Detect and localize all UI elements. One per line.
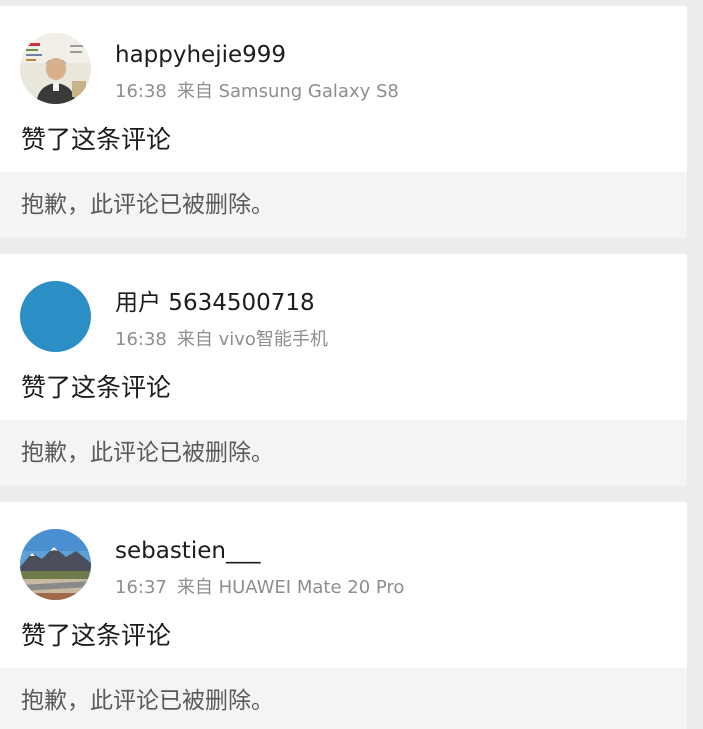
like-card[interactable]: sebastien___ 16:37 来自 HUAWEI Mate 20 Pro … xyxy=(0,502,687,729)
device-source: 来自 vivo智能手机 xyxy=(176,329,328,350)
like-feed: happyhejie999 16:38 来自 Samsung Galaxy S8 … xyxy=(0,0,687,729)
card-header: sebastien___ 16:37 来自 HUAWEI Mate 20 Pro xyxy=(0,502,687,604)
mountain-landscape-avatar-icon xyxy=(20,529,91,600)
action-text: 赞了这条评论 xyxy=(21,125,172,154)
avatar[interactable] xyxy=(20,529,91,600)
deleted-comment-notice[interactable]: 抱歉，此评论已被删除。 xyxy=(0,172,687,238)
person-photo-avatar-icon xyxy=(20,33,91,104)
avatar[interactable] xyxy=(20,281,91,352)
like-card[interactable]: 用户 5634500718 16:38 来自 vivo智能手机 赞了这条评论 抱歉… xyxy=(0,254,687,486)
post-meta: 16:37 来自 HUAWEI Mate 20 Pro xyxy=(115,575,404,601)
timestamp: 16:38 xyxy=(115,81,167,102)
deleted-comment-notice[interactable]: 抱歉，此评论已被删除。 xyxy=(0,420,687,486)
divider xyxy=(0,486,687,502)
card-header: 用户 5634500718 16:38 来自 vivo智能手机 xyxy=(0,254,687,356)
timestamp: 16:37 xyxy=(115,577,167,598)
username[interactable]: happyhejie999 xyxy=(115,40,286,70)
card-header: happyhejie999 16:38 来自 Samsung Galaxy S8 xyxy=(0,6,687,108)
post-meta: 16:38 来自 Samsung Galaxy S8 xyxy=(115,79,399,105)
timestamp: 16:38 xyxy=(115,329,167,350)
like-card[interactable]: happyhejie999 16:38 来自 Samsung Galaxy S8 … xyxy=(0,6,687,238)
avatar[interactable] xyxy=(20,33,91,104)
device-source: 来自 Samsung Galaxy S8 xyxy=(176,81,399,102)
deleted-comment-notice[interactable]: 抱歉，此评论已被删除。 xyxy=(0,668,687,729)
username[interactable]: sebastien___ xyxy=(115,536,260,566)
page-edge xyxy=(687,0,703,729)
action-text: 赞了这条评论 xyxy=(21,621,172,650)
post-meta: 16:38 来自 vivo智能手机 xyxy=(115,327,328,353)
blue-default-avatar-icon xyxy=(20,281,91,352)
action-text: 赞了这条评论 xyxy=(21,373,172,402)
device-source: 来自 HUAWEI Mate 20 Pro xyxy=(176,577,405,598)
divider xyxy=(0,238,687,254)
username[interactable]: 用户 5634500718 xyxy=(115,288,315,318)
